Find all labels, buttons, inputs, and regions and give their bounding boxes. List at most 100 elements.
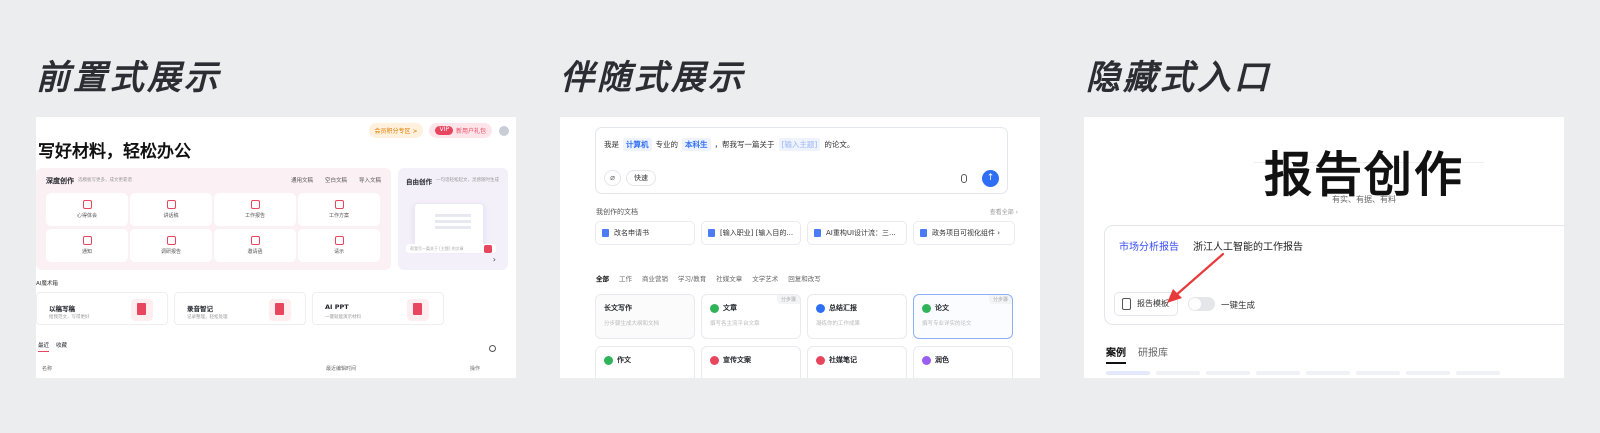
card-title: 宣传文案	[710, 355, 751, 365]
tool-ai-ppt[interactable]: AI PPT 一键就能演示材料	[312, 292, 444, 325]
tool-rewrite[interactable]: 以稿写稿 给我范文，写得更好	[36, 292, 168, 325]
speech-icon	[166, 200, 176, 209]
blank-doc-link[interactable]: 空白文稿	[325, 176, 347, 184]
import-doc-link[interactable]: 导入文稿	[359, 176, 381, 184]
card-name: 宣传文案	[723, 356, 751, 364]
tile-invitation[interactable]: 邀请函	[214, 229, 296, 262]
recent-docs: 改名申请书 [输入职业] [输入目的... AI重构UI设计流：三... 政务项…	[595, 221, 1015, 245]
tab-rewrite[interactable]: 回复和改写	[788, 273, 821, 283]
mic-icon[interactable]	[961, 174, 967, 183]
case-thumb[interactable]	[1256, 371, 1300, 375]
writing-cards: 长文写作 分步骤生成大纲和文档 文章 撰写各主流平台文章 分步骤 总结汇报 凝练你的工作成果…	[595, 294, 1013, 378]
col-actions: 操作	[470, 366, 481, 372]
gift-pill[interactable]: VIP 新用户礼包	[429, 123, 492, 138]
card-title: 社媒笔记	[816, 355, 857, 365]
case-thumb[interactable]	[1456, 371, 1500, 375]
writing-card[interactable]: 论文 撰写专业详实的论文 分步骤	[913, 294, 1013, 339]
attach-icon[interactable]: ⌀	[604, 170, 621, 186]
case-thumb[interactable]	[1406, 371, 1450, 375]
tab-recent[interactable]: 最近	[38, 341, 50, 352]
next-arrow-icon[interactable]: ›	[493, 255, 496, 264]
view-all-link[interactable]: 查看全部 ›	[990, 207, 1018, 216]
doc-illustration	[414, 203, 484, 248]
tile-request[interactable]: 请示	[298, 229, 380, 262]
tool-recording[interactable]: 录音智记 记录整理，轻松处理	[174, 292, 306, 325]
audio-icon	[269, 299, 291, 321]
card-title: 作文	[604, 355, 631, 365]
card-name: 社媒笔记	[829, 356, 857, 364]
heading-accompany: 伴随式展示	[560, 58, 745, 98]
case-thumb[interactable]	[1356, 371, 1400, 375]
deep-subtitle: 选模板写更多，成文更靠谱	[78, 178, 132, 183]
deep-creation-card: 深度创作 选模板写更多，成文更靠谱 通用文稿 空白文稿 导入文稿 心得体会 讲话…	[36, 168, 391, 270]
tile-experience[interactable]: 心得体会	[46, 193, 128, 226]
card-desc: 撰写各主流平台文章	[710, 321, 760, 327]
tile-label: 请示	[333, 249, 344, 255]
deep-links: 通用文稿 空白文稿 导入文稿	[291, 176, 381, 184]
top-bar: 会员积分专区 > VIP 新用户礼包	[368, 123, 510, 138]
doc-item[interactable]: [输入职业] [输入目的...	[701, 221, 801, 245]
tile-speech[interactable]: 讲话稿	[130, 193, 212, 226]
deep-title: 深度创作	[46, 177, 74, 185]
major-slot[interactable]: 计算机	[623, 138, 652, 151]
prompt-part: 我是	[604, 140, 619, 149]
search-icon[interactable]	[489, 345, 496, 352]
tab-research-lib[interactable]: 研报库	[1138, 344, 1168, 364]
tab-cases[interactable]: 案例	[1106, 344, 1126, 364]
degree-slot[interactable]: 本科生	[682, 138, 711, 151]
pie-chart-icon	[166, 236, 176, 245]
mail-icon	[250, 236, 260, 245]
tab-favorites[interactable]: 收藏	[56, 341, 67, 352]
prompt-input-box[interactable]: 我是 计算机 专业的 本科生 ，帮我写一篇关于 [输入主题] 的论文。 ⌀ 快速…	[595, 127, 1008, 194]
tab-marketing[interactable]: 商业营销	[642, 273, 668, 283]
topic-slot[interactable]: [输入主题]	[778, 138, 821, 151]
report-input-box[interactable]: 市场分析报告 浙江人工智能的工作报告 报告模板 一键生成	[1104, 225, 1564, 325]
heading-front: 前置式展示	[36, 58, 221, 98]
writing-card[interactable]: 社媒笔记	[807, 346, 907, 378]
tile-work-plan[interactable]: 工作方案	[298, 193, 380, 226]
tab-work[interactable]: 工作	[619, 273, 632, 283]
send-icon[interactable]	[484, 245, 492, 253]
send-button[interactable]: ↑	[982, 170, 999, 187]
tool-desc: 给我范文，写得更好	[49, 315, 90, 320]
tile-label: 邀请函	[247, 249, 263, 255]
tile-notice[interactable]: 通知	[46, 229, 128, 262]
ppt-icon	[407, 299, 429, 321]
card-title: 论文	[922, 303, 949, 313]
case-thumb[interactable]	[1106, 371, 1150, 375]
avatar[interactable]	[498, 124, 510, 137]
doc-item[interactable]: AI重构UI设计流：三...	[807, 221, 907, 245]
tile-work-report[interactable]: 工作报告	[214, 193, 296, 226]
tab-social[interactable]: 社媒文章	[716, 273, 742, 283]
prompt-text[interactable]: 我是 计算机 专业的 本科生 ，帮我写一篇关于 [输入主题] 的论文。	[604, 138, 854, 151]
recent-tabs: 最近 收藏	[38, 341, 67, 352]
tile-research[interactable]: 调研报告	[130, 229, 212, 262]
general-doc-link[interactable]: 通用文稿	[291, 176, 313, 184]
doc-item[interactable]: 政务项目可视化组件 ›	[913, 221, 1015, 245]
free-creation-card[interactable]: 自由创作 一句话轻松起文，灵感随时生成 帮我写一篇关于 [主题] 的文章 ›	[398, 168, 508, 270]
tool-desc: 一键就能演示材料	[325, 315, 361, 320]
panel-front-display: 会员积分专区 > VIP 新用户礼包 写好材料，轻松办公 深度创作 选模板写更多，…	[36, 117, 516, 378]
case-thumb[interactable]	[1306, 371, 1350, 375]
member-points-pill[interactable]: 会员积分专区 >	[368, 123, 424, 138]
magic-box-heading: AI魔术箱	[36, 281, 58, 287]
heart-icon	[82, 200, 92, 209]
doc-item[interactable]: 改名申请书	[595, 221, 695, 245]
writing-card[interactable]: 作文	[595, 346, 695, 378]
card-desc: 撰写专业详实的论文	[922, 321, 972, 327]
tile-label: 工作报告	[244, 213, 265, 219]
tab-all[interactable]: 全部	[596, 273, 609, 283]
writing-card[interactable]: 文章 撰写各主流平台文章 分步骤	[701, 294, 801, 339]
case-thumb[interactable]	[1156, 371, 1200, 375]
fast-mode-button[interactable]: 快速	[626, 170, 656, 186]
writing-card[interactable]: 总结汇报 凝练你的工作成果	[807, 294, 907, 339]
doc-title: [输入职业] [输入目的...	[720, 229, 794, 237]
bell-icon	[82, 236, 92, 245]
writing-card[interactable]: 长文写作 分步骤生成大纲和文档	[595, 294, 695, 339]
tab-education[interactable]: 学习/教育	[678, 273, 706, 283]
writing-card[interactable]: 润色	[913, 346, 1013, 378]
writing-card[interactable]: 宣传文案	[701, 346, 801, 378]
tab-literature[interactable]: 文学艺术	[752, 273, 778, 283]
case-thumb[interactable]	[1206, 371, 1250, 375]
free-input[interactable]: 帮我写一篇关于 [主题] 的文章	[406, 244, 496, 253]
